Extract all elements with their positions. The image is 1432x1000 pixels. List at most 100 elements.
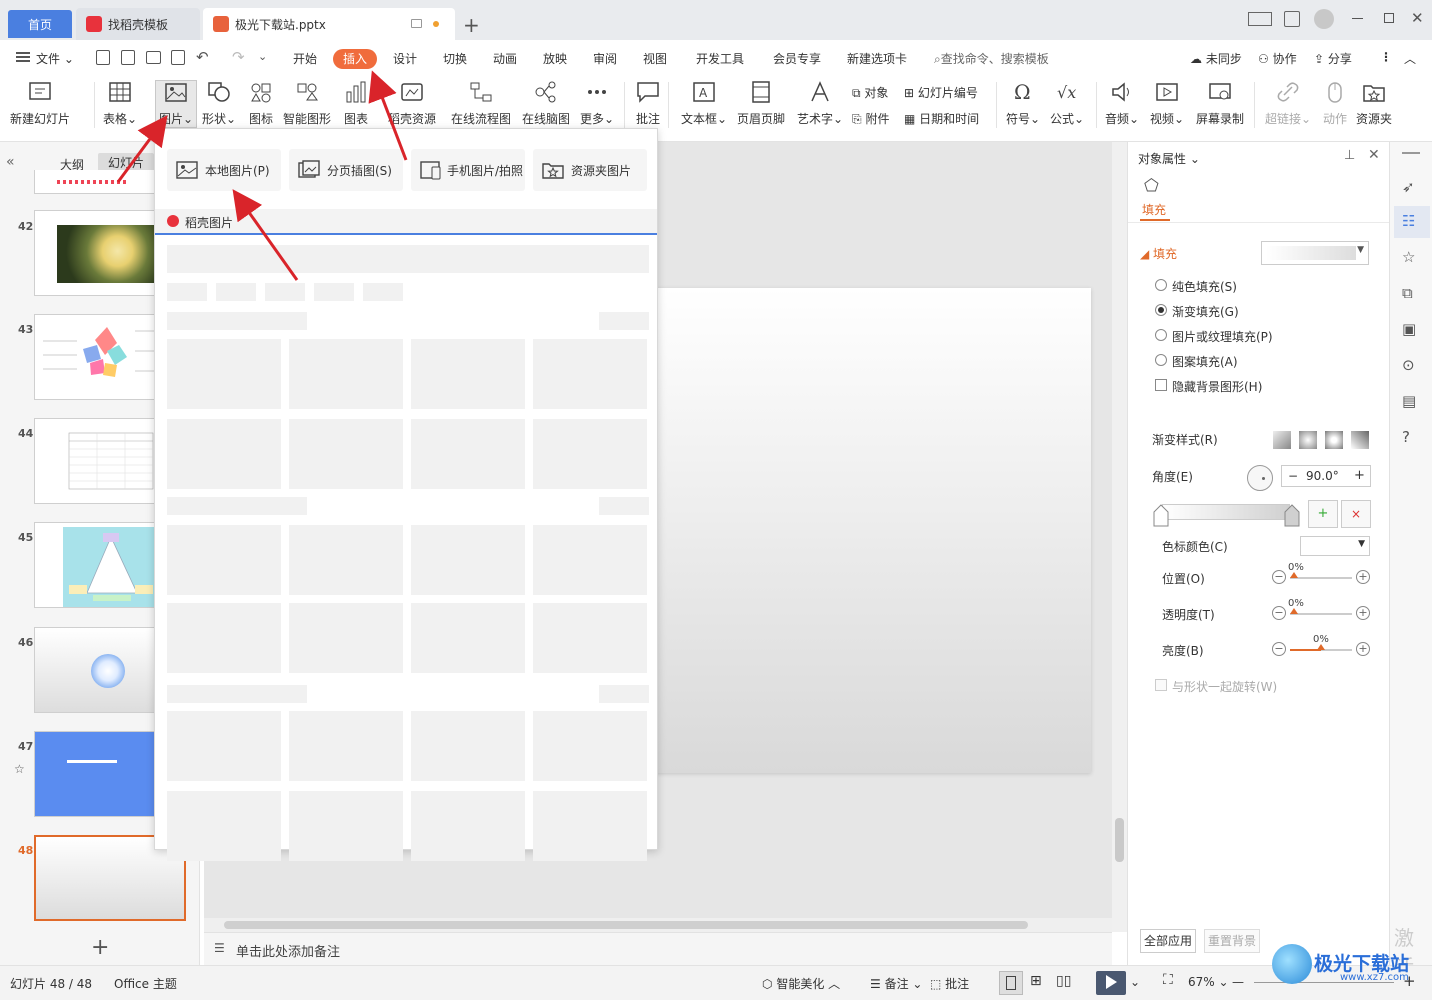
command-search[interactable]: ⌕查找命令、搜索模板 <box>934 50 1049 67</box>
hide-bg-checkbox[interactable] <box>1155 379 1167 391</box>
image-edit-icon[interactable]: ▣ <box>1402 320 1416 338</box>
gradient-radial-option[interactable] <box>1299 431 1317 449</box>
undo-icon[interactable]: ↶ <box>196 48 209 66</box>
flowchart-button[interactable]: 在线流程图 <box>451 80 511 127</box>
book-icon[interactable]: ▤ <box>1402 392 1416 410</box>
avatar[interactable] <box>1314 9 1334 29</box>
radio-solid-fill[interactable] <box>1155 279 1167 291</box>
close-window-icon[interactable]: ✕ <box>1411 9 1424 27</box>
menu-member[interactable]: 会员专享 <box>773 50 821 67</box>
tab-template[interactable]: 找稻壳模板 <box>76 8 200 40</box>
angle-decrement[interactable]: − <box>1288 469 1298 483</box>
menu-file[interactable]: 文件 ⌄ <box>36 50 74 67</box>
new-tab-plus-icon[interactable]: + <box>463 13 480 37</box>
add-stop-button[interactable]: + <box>1308 500 1338 528</box>
folder-picture-button[interactable]: 资源夹图片 <box>533 149 647 191</box>
table-button[interactable]: 表格⌄ <box>103 80 137 127</box>
play-slideshow-button[interactable] <box>1096 971 1126 995</box>
angle-dial[interactable] <box>1247 465 1273 491</box>
stop-color-dropdown[interactable]: ▼ <box>1300 536 1370 556</box>
object-button[interactable]: ⧉ 对象 <box>852 84 888 101</box>
video-button[interactable]: 视频⌄ <box>1150 80 1184 127</box>
action-button[interactable]: 动作 <box>1322 80 1348 127</box>
quick-access-chevron-icon[interactable]: ⌄ <box>258 50 267 63</box>
position-slider[interactable] <box>1290 577 1352 579</box>
daoke-pictures-header[interactable]: 稻壳图片 <box>155 209 657 235</box>
screen-icon[interactable] <box>411 19 422 28</box>
panel-title[interactable]: 对象属性 ⌄ <box>1138 150 1200 167</box>
normal-view-button[interactable] <box>999 971 1023 995</box>
grid-apps-icon[interactable] <box>1284 11 1300 27</box>
menu-review[interactable]: 审阅 <box>593 50 617 67</box>
header-footer-button[interactable]: 页眉页脚 <box>737 80 785 127</box>
menu-slideshow[interactable]: 放映 <box>543 50 567 67</box>
pin-icon[interactable]: ⊥ <box>1344 148 1355 163</box>
reading-view-icon[interactable]: ▯▯ <box>1056 973 1071 989</box>
transparency-slider[interactable] <box>1290 613 1352 615</box>
gradient-bar[interactable] <box>1162 504 1290 520</box>
beautify-button[interactable]: ⬡ 智能美化 ︿ <box>762 975 840 992</box>
menu-insert[interactable]: 插入 <box>333 49 377 69</box>
paged-insert-button[interactable]: 分页插图(S) <box>289 149 403 191</box>
more-options-icon[interactable]: ⋮ <box>1380 50 1392 64</box>
rocket-icon[interactable]: ➶ <box>1402 178 1415 196</box>
notes-bar[interactable]: ☰ 单击此处添加备注 <box>204 932 1112 965</box>
angle-stepper[interactable]: − 90.0° + <box>1281 465 1371 487</box>
collab-button[interactable]: ⚇ 协作 <box>1258 50 1297 67</box>
rotate-with-shape-checkbox[interactable] <box>1155 679 1167 691</box>
screen-record-button[interactable]: 屏幕录制 <box>1196 80 1244 127</box>
share-button[interactable]: ⇪ 分享 <box>1314 50 1352 67</box>
close-panel-icon[interactable]: ✕ <box>1368 147 1380 163</box>
gradient-linear-option[interactable] <box>1273 431 1291 449</box>
wordart-button[interactable]: 艺术字⌄ <box>797 80 843 127</box>
zoom-dropdown[interactable]: 67% ⌄ <box>1188 975 1229 989</box>
fit-window-icon[interactable]: ⛶ <box>1163 972 1173 988</box>
save-icon[interactable] <box>96 50 110 65</box>
audio-button[interactable]: 音频⌄ <box>1105 80 1139 127</box>
smart-graphic-button[interactable]: 智能图形 <box>283 80 331 127</box>
hscroll-thumb[interactable] <box>224 921 1028 929</box>
maximize-icon[interactable] <box>1384 13 1394 23</box>
location-icon[interactable]: ⊙ <box>1402 356 1415 374</box>
brightness-plus-button[interactable]: + <box>1356 642 1370 656</box>
local-picture-button[interactable]: 本地图片(P) <box>167 149 281 191</box>
tab-home[interactable]: 首页 <box>8 10 72 38</box>
print-preview-icon[interactable] <box>171 50 185 65</box>
angle-increment[interactable]: + <box>1354 468 1365 483</box>
horizontal-scrollbar[interactable] <box>204 918 1112 932</box>
tab-fill[interactable]: 填充 <box>1142 201 1166 218</box>
more-button[interactable]: 更多⌄ <box>580 80 614 127</box>
menu-design[interactable]: 设计 <box>393 50 417 67</box>
slide-number-button[interactable]: ⊞ 幻灯片编号 <box>904 84 978 101</box>
phone-picture-button[interactable]: 手机图片/拍照 <box>411 149 525 191</box>
fill-bucket-icon[interactable]: ⬠ <box>1144 176 1159 196</box>
chart-button[interactable]: 图表 <box>343 80 369 127</box>
fill-color-dropdown[interactable]: ▼ <box>1261 241 1369 265</box>
new-slide-button[interactable]: 新建幻灯片 <box>10 80 70 127</box>
gradient-stop-right[interactable] <box>1283 504 1301 528</box>
vertical-scrollbar[interactable] <box>1112 142 1127 932</box>
position-minus-button[interactable]: − <box>1272 570 1286 584</box>
current-slide[interactable] <box>633 288 1091 773</box>
sync-status[interactable]: ☁ 未同步 <box>1190 50 1242 67</box>
formula-button[interactable]: √x 公式⌄ <box>1050 80 1084 127</box>
radio-picture-fill[interactable] <box>1155 329 1167 341</box>
layout-icon[interactable] <box>1248 12 1272 26</box>
angle-value[interactable]: 90.0° <box>1306 469 1339 483</box>
transition-icon[interactable]: ⧉ <box>1402 284 1413 302</box>
gradient-stop-left[interactable] <box>1152 504 1170 528</box>
resource-folder-button[interactable]: 资源夹 <box>1356 80 1392 127</box>
symbol-button[interactable]: Ω 符号⌄ <box>1006 80 1040 127</box>
help-icon[interactable]: ? <box>1402 428 1410 446</box>
collapse-ribbon-icon[interactable]: ︿ <box>1404 50 1416 67</box>
print-icon[interactable] <box>146 51 161 64</box>
tab-document[interactable]: 极光下载站.pptx <box>203 8 455 40</box>
attachment-button[interactable]: ⎘ 附件 <box>852 110 889 127</box>
icon-button[interactable]: 图标 <box>248 80 274 127</box>
brightness-minus-button[interactable]: − <box>1272 642 1286 656</box>
play-options-chevron-icon[interactable]: ⌄ <box>1130 975 1140 989</box>
menu-animation[interactable]: 动画 <box>493 50 517 67</box>
star-icon[interactable]: ☆ <box>1402 248 1415 266</box>
datetime-button[interactable]: ▦ 日期和时间 <box>904 110 979 127</box>
apply-all-button[interactable]: 全部应用 <box>1140 929 1196 953</box>
